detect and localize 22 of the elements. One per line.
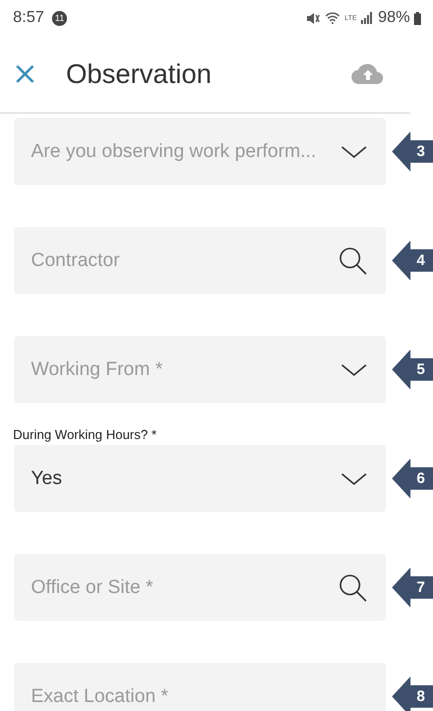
- search-field[interactable]: Office or Site *: [14, 554, 386, 621]
- search-icon: [338, 572, 368, 602]
- search-field[interactable]: Contractor: [14, 227, 386, 294]
- battery-icon: [414, 12, 421, 24]
- status-time: 8:57: [13, 9, 44, 27]
- dropdown-field[interactable]: Working From *: [14, 336, 386, 403]
- wifi-icon: [324, 12, 340, 24]
- signal-icon: [360, 12, 373, 24]
- field-label: During Working Hours? *: [13, 427, 157, 442]
- input-field[interactable]: Exact Location *: [14, 663, 386, 711]
- close-button[interactable]: [14, 63, 36, 85]
- screen-title: Observation: [66, 58, 212, 90]
- search-icon: [338, 246, 368, 276]
- battery-percent: 98%: [378, 9, 410, 27]
- mute-icon: [306, 12, 320, 24]
- dropdown-field[interactable]: Yes: [14, 445, 386, 512]
- notification-badge: 11: [52, 10, 68, 26]
- cloud-upload-button[interactable]: [350, 62, 386, 86]
- chevron-down-icon: [340, 144, 368, 160]
- chevron-down-icon: [340, 470, 368, 486]
- dropdown-field[interactable]: Are you observing work perform...: [14, 118, 386, 185]
- chevron-down-icon: [340, 362, 368, 378]
